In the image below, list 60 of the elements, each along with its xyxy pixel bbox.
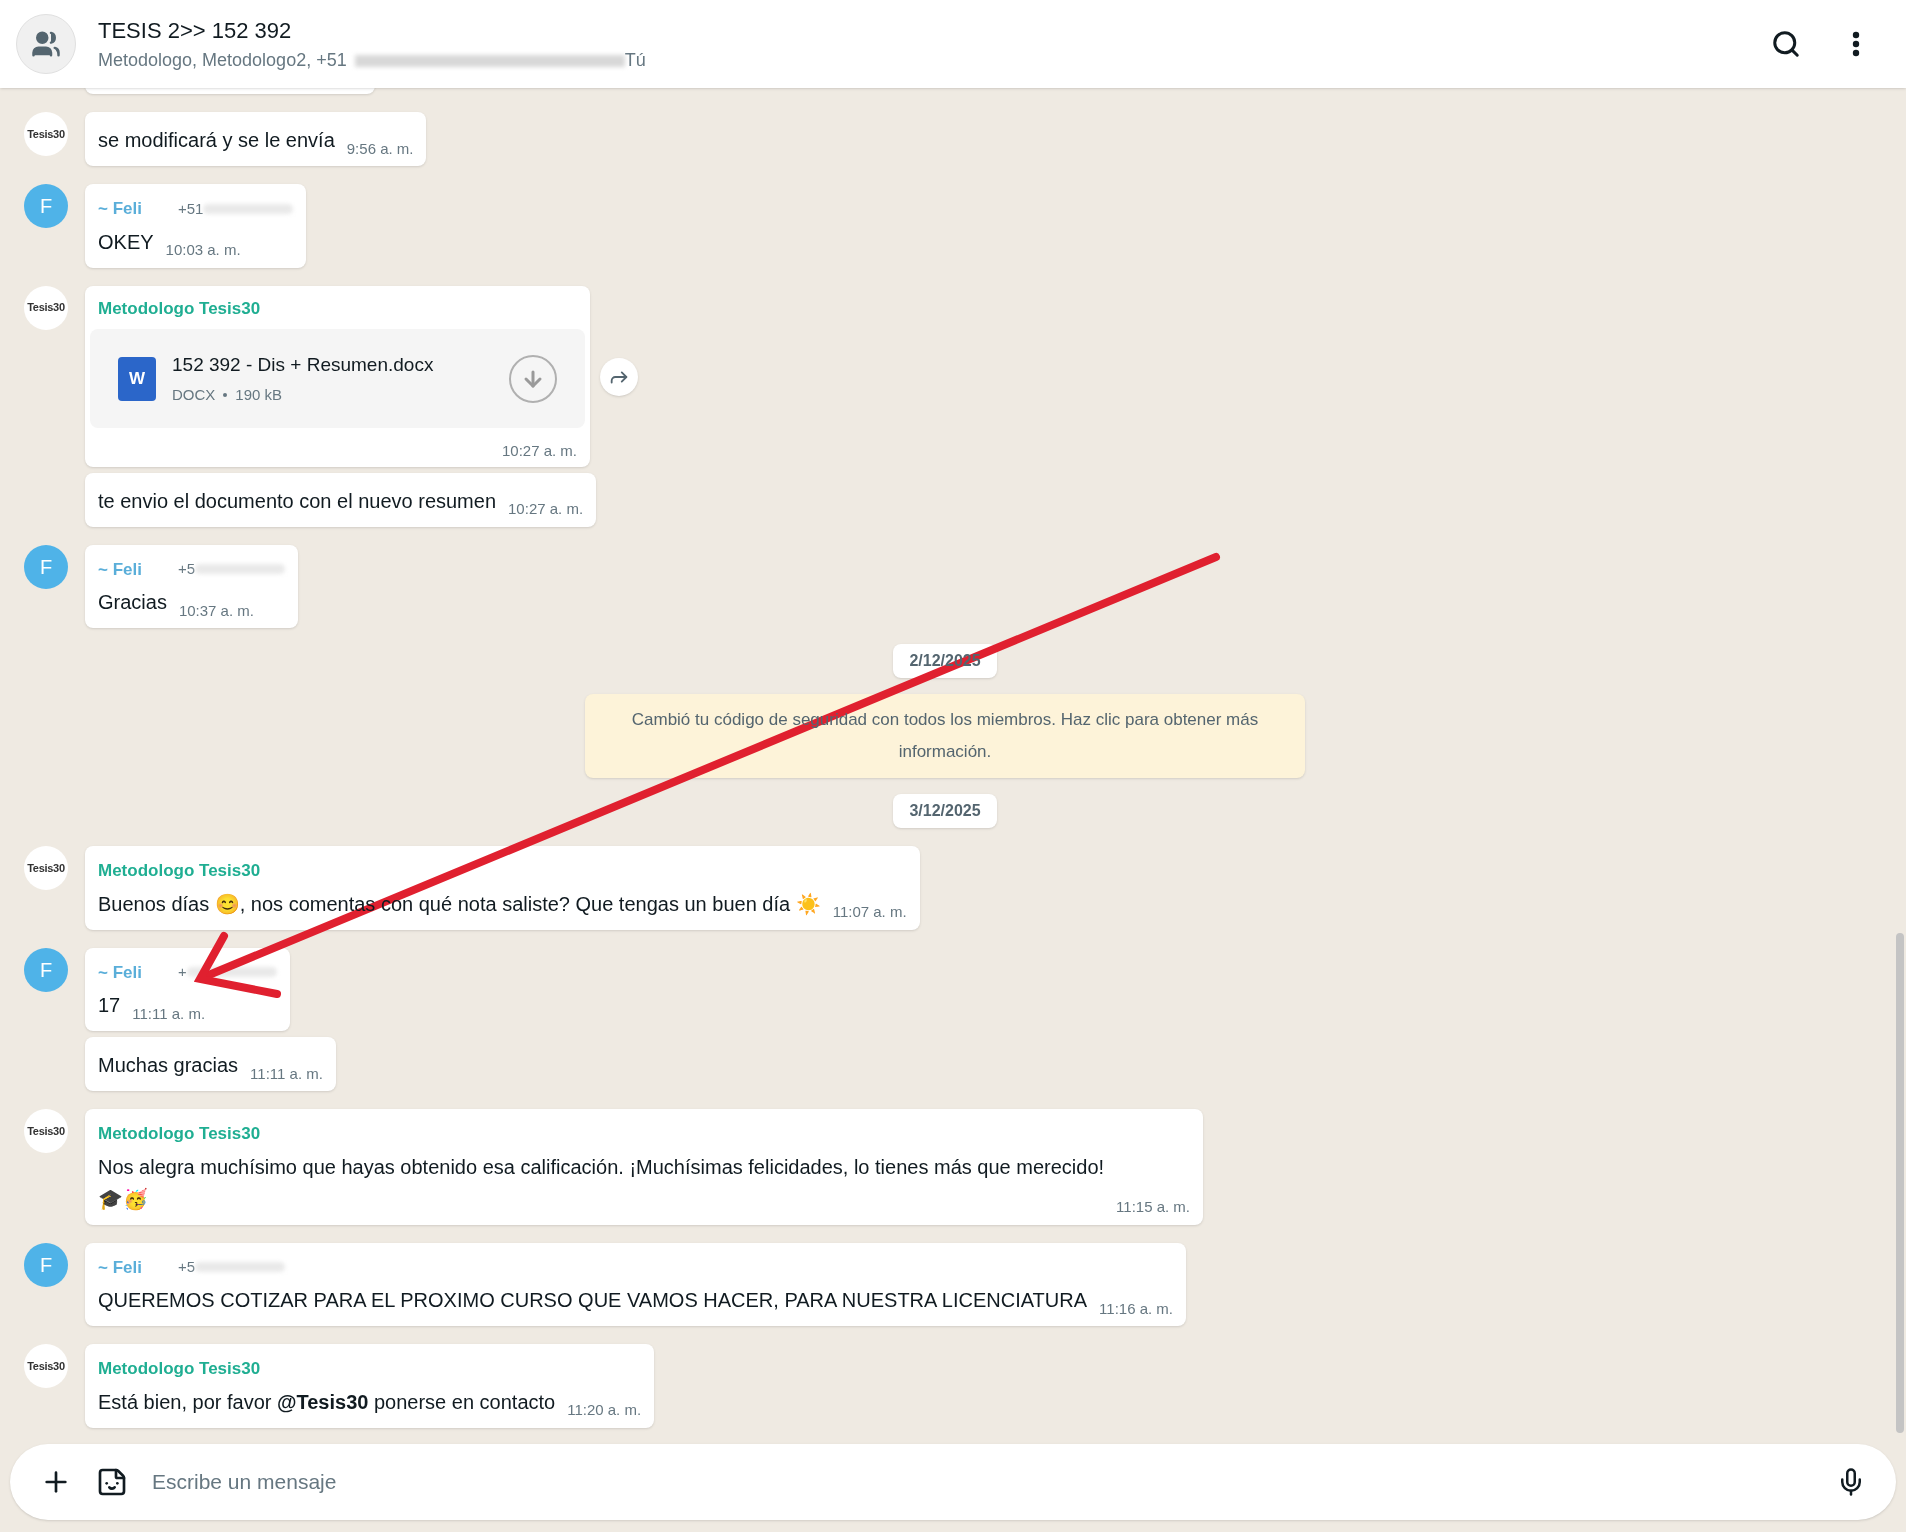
message-composer[interactable]: Escribe un mensaje [10,1444,1896,1520]
chat-members-self: Tú [624,49,646,72]
contact-avatar[interactable]: F [24,544,68,589]
word-document-icon: W [118,356,156,401]
contact-avatar[interactable]: F [24,1242,68,1287]
message-time: 11:16 a. m. [1099,1298,1173,1319]
message-text: OKEY [98,229,154,255]
message-text: Muchas gracias [98,1053,239,1078]
message-text: QUEREMOS COTIZAR PARA EL PROXIMO CURSO QUE VAMOS HACER, PARA NUESTRA LICENCIATURA [98,1288,1088,1313]
business-logo-avatar[interactable]: Tesis30 [24,846,68,890]
message-time: 10:03 a. m. [165,240,241,260]
sender-name[interactable]: Metodologo Tesis30 [98,858,261,884]
sender-phone: + [177,962,187,982]
sender-name[interactable]: ~ Feli [98,1254,142,1280]
sticker-button[interactable] [96,1466,128,1498]
sender-name[interactable]: Metodologo Tesis30 [98,295,261,321]
forward-button[interactable] [600,357,638,396]
chat-title[interactable]: TESIS 2>> 152 392 [98,14,1764,47]
group-icon [31,29,61,59]
menu-dots-icon [1852,31,1860,57]
business-logo-avatar[interactable]: Tesis30 [24,1109,68,1153]
message-time: 9:56 a. m. [346,138,414,159]
message-time: 11:15 a. m. [1116,1197,1190,1217]
message-time: 10:37 a. m. [178,600,254,621]
message-time: 11:11 a. m. [250,1063,323,1084]
message-input[interactable]: Escribe un mensaje [152,1466,1812,1498]
message-text: se modificará y se le envía [98,128,335,153]
message-time: 11:07 a. m. [832,902,907,922]
message-text: Nos alegra muchísimo que hayas obtenido esa calificación. ¡Muchísimas felicidades, lo tienes más que merecido! 🎓🥳 [98,1154,1105,1213]
message-text: Está bien, por favor @Tesis30 ponerse en contacto [98,1389,556,1415]
message-text: Gracias [98,590,167,615]
file-size: 190 kB [235,384,283,405]
sender-name[interactable]: ~ Feli [98,556,142,582]
business-logo-avatar[interactable]: Tesis30 [24,112,68,156]
sticker-icon [96,1466,128,1498]
business-logo-avatar[interactable]: Tesis30 [24,1344,68,1388]
file-attachment-card[interactable]: W 152 392 - Dis + Resumen.docx DOCX 190 kB [90,329,585,428]
contact-avatar[interactable]: F [24,947,68,992]
message-time: 11:20 a. m. [567,1400,642,1420]
chat-members: Metodologo, Metodologo2, +51 [98,49,347,72]
search-icon [1771,29,1801,59]
message-text: Buenos días 😊, nos comentas con qué nota saliste? Que tengas un buen día ☀ [98,891,821,917]
file-type: DOCX [172,384,216,405]
message-time: 10:27 a. m. [501,441,577,461]
contact-avatar[interactable]: F [24,184,68,228]
sender-phone: +51 [177,198,204,219]
sender-name[interactable]: Metodologo Tesis30 [98,1121,261,1147]
message-text: 17 [98,993,121,1018]
download-button[interactable] [509,354,557,403]
sender-name[interactable]: ~ Feli [98,196,142,222]
sender-phone: +5 [177,1257,196,1277]
file-name: 152 392 - Dis + Resumen.docx [172,353,435,377]
sender-name[interactable]: Metodologo Tesis30 [98,1356,261,1382]
message-time: 10:27 a. m. [508,499,584,519]
message-time: 11:11 a. m. [132,1003,206,1024]
sender-phone: +5 [177,559,196,579]
sender-name[interactable]: ~ Feli [98,959,142,985]
business-logo-avatar[interactable]: Tesis30 [24,285,68,330]
message-text: te envio el documento con el nuevo resumen [98,488,497,514]
date-label: 3/12/2025 [909,802,981,819]
